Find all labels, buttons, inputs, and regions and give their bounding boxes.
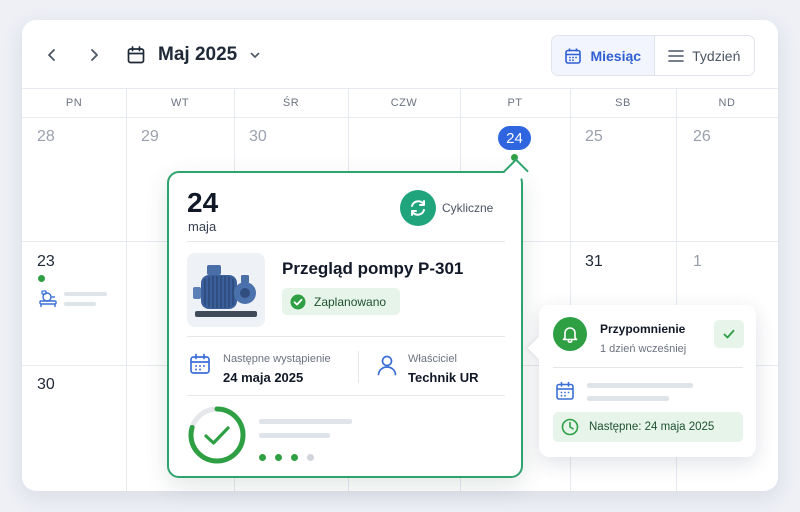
- status-badge: Zaplanowano: [282, 288, 400, 315]
- event-popover: 24 maja Cykliczne Przegląd pompy P-301 Z…: [167, 158, 529, 478]
- list-icon: [668, 49, 684, 62]
- status-text: Zaplanowano: [314, 294, 387, 309]
- reminder-confirm-button[interactable]: [714, 320, 744, 348]
- pager-dot[interactable]: [291, 454, 298, 461]
- placeholder-line: [64, 292, 107, 296]
- chevron-right-icon: [91, 49, 98, 61]
- check-icon: [723, 329, 735, 339]
- event-chip[interactable]: [38, 289, 128, 313]
- popover-day: 24: [187, 187, 219, 218]
- divider: [187, 395, 505, 396]
- recurring-icon: [400, 190, 436, 226]
- today-badge[interactable]: 24: [498, 126, 531, 150]
- week-view-label: Tydzień: [692, 47, 741, 64]
- day-cell-number[interactable]: 23: [37, 253, 55, 271]
- progress-ring: [188, 406, 246, 464]
- day-cell-number[interactable]: 30: [249, 128, 267, 146]
- month-title: Maj 2025: [158, 44, 238, 65]
- calendar-toolbar: Maj 2025 Miesiąc Tydzień: [22, 20, 778, 89]
- reminder-subtitle: 1 dzień wcześniej: [600, 343, 687, 355]
- weekday-header: PN WT ŚR CZW PT SB ND: [22, 88, 778, 118]
- calendar-icon: [190, 353, 210, 374]
- month-view-button[interactable]: Miesiąc: [552, 36, 655, 75]
- placeholder-line: [259, 433, 330, 438]
- placeholder-line: [587, 396, 669, 401]
- check-circle-icon: [290, 294, 306, 309]
- user-icon: [377, 355, 397, 376]
- divider: [553, 367, 743, 368]
- reminder-card: Przypomnienie 1 dzień wcześniej Następne…: [527, 305, 756, 457]
- pager-dot[interactable]: [307, 454, 314, 461]
- owner-label: Właściciel: [408, 353, 457, 365]
- day-cell-number[interactable]: 30: [37, 376, 55, 394]
- day-cell-number[interactable]: 25: [585, 128, 603, 146]
- prev-month-button[interactable]: [39, 42, 65, 68]
- bell-icon: [553, 317, 587, 351]
- chevron-down-icon: [250, 52, 260, 58]
- pager-dot[interactable]: [275, 454, 282, 461]
- day-cell-number[interactable]: 26: [693, 128, 711, 146]
- placeholder-line: [259, 419, 352, 424]
- weekday-mon: PN: [65, 97, 83, 109]
- reminder-title: Przypomnienie: [600, 322, 686, 336]
- calendar-icon: [127, 46, 145, 64]
- recurring-label: Cykliczne: [442, 201, 494, 215]
- day-cell-number[interactable]: 1: [693, 253, 702, 271]
- event-title: Przegląd pompy P-301: [282, 259, 464, 278]
- weekday-wed: ŚR: [282, 97, 300, 109]
- next-month-button[interactable]: [81, 42, 107, 68]
- placeholder-line: [587, 383, 693, 388]
- divider: [187, 241, 505, 242]
- owner-value: Technik UR: [408, 370, 479, 385]
- weekday-sun: ND: [718, 97, 736, 109]
- pump-icon: [39, 290, 57, 307]
- day-cell-number[interactable]: 31: [585, 253, 603, 271]
- weekday-sat: SB: [615, 97, 631, 109]
- month-picker[interactable]: Maj 2025: [126, 40, 261, 70]
- day-cell-number[interactable]: 29: [141, 128, 159, 146]
- week-view-button[interactable]: Tydzień: [655, 36, 755, 75]
- calendar-icon: [556, 381, 574, 400]
- next-occurrence-text: Następne: 24 maja 2025: [589, 421, 715, 433]
- event-indicator-dot: [38, 275, 45, 282]
- day-cell-number[interactable]: 28: [37, 128, 55, 146]
- weekday-fri: PT: [507, 97, 523, 109]
- placeholder-line: [64, 302, 96, 306]
- next-occurrence-value: 24 maja 2025: [223, 370, 304, 385]
- weekday-tue: WT: [170, 97, 190, 109]
- calendar-grid-icon: [565, 48, 582, 64]
- popover-month: maja: [188, 219, 217, 234]
- chevron-left-icon: [48, 49, 55, 61]
- clock-icon: [561, 418, 579, 436]
- pager-dot[interactable]: [259, 454, 266, 461]
- divider: [358, 351, 359, 383]
- view-switch: Miesiąc Tydzień: [551, 35, 755, 76]
- month-view-label: Miesiąc: [590, 47, 642, 64]
- next-occurrence-badge: Następne: 24 maja 2025: [553, 412, 743, 442]
- pump-image: [187, 253, 265, 327]
- divider: [187, 336, 505, 337]
- next-occurrence-label: Następne wystąpienie: [223, 353, 331, 365]
- weekday-thu: CZW: [390, 97, 418, 109]
